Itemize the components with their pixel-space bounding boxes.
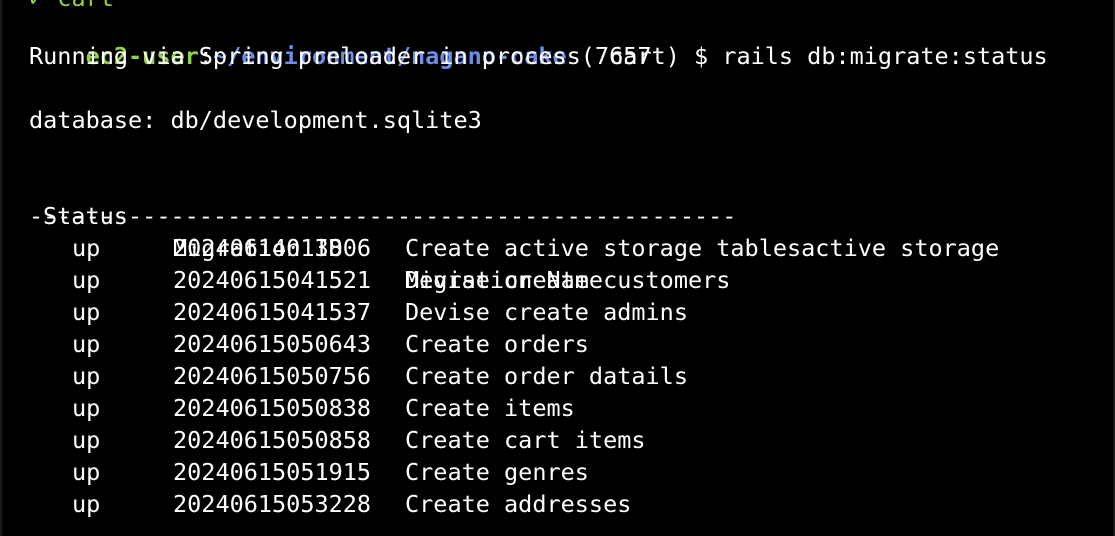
prompt-command: rails db:migrate:status [722, 42, 1048, 70]
table-row: up 20240615041521 Devise create customers [29, 264, 1109, 296]
row-migration-name: Create genres [405, 458, 589, 486]
prompt-line: ec2-user:~/environment/nagano-cake ( car… [29, 8, 1048, 70]
row-migration-id: 20240615050858 [173, 426, 372, 454]
row-migration-name: Create addresses [405, 490, 632, 518]
table-row: up 20240615041537 Devise create admins [29, 296, 1109, 328]
row-migration-id: 20240615041537 [173, 298, 372, 326]
row-migration-id: 20240614013806 [173, 234, 372, 262]
row-status: up [72, 458, 101, 486]
table-row: up 20240615050858 Create cart items [29, 424, 1109, 456]
table-row: up 20240615050838 Create items [29, 392, 1109, 424]
row-migration-id: 20240615050643 [173, 330, 372, 358]
row-migration-id: 20240615051915 [173, 458, 372, 486]
table-row: up 20240615050756 Create order datails [29, 360, 1109, 392]
row-migration-name: Devise create admins [405, 298, 688, 326]
table-separator: ----------------------------------------… [29, 202, 737, 230]
row-migration-name: Devise create customers [405, 266, 731, 294]
row-migration-id: 20240615050756 [173, 362, 372, 390]
row-status: up [72, 298, 101, 326]
row-status: up [72, 362, 101, 390]
terminal-left-edge [0, 0, 2, 536]
row-migration-id: 20240615053228 [173, 490, 372, 518]
row-migration-id: 20240615041521 [173, 266, 372, 294]
row-migration-name: Create order datails [405, 362, 688, 390]
spring-preloader-line: Running via Spring preloader in process … [29, 42, 652, 70]
row-status: up [72, 490, 101, 518]
row-status: up [72, 266, 101, 294]
row-status: up [72, 426, 101, 454]
row-migration-id: 20240615050838 [173, 394, 372, 422]
table-row: up 20240615051915 Create genres [29, 456, 1109, 488]
table-row: up 20240615053228 Create addresses [29, 488, 1109, 520]
terminal-window[interactable]: ✓ cart ec2-user:~/environment/nagano-cak… [0, 0, 1115, 536]
table-header: Status Migration ID Migration Name [29, 168, 1029, 294]
table-row: up 20240614013806 Create active storage ta… [29, 232, 1109, 264]
row-migration-name: Create cart items [405, 426, 646, 454]
row-migration-name: Create active storage tablesactive stora… [405, 234, 1000, 262]
row-migration-name: Create items [405, 394, 575, 422]
database-line: database: db/development.sqlite3 [29, 106, 482, 134]
row-migration-name: Create orders [405, 330, 589, 358]
row-status: up [72, 394, 101, 422]
table-row: up 20240615050643 Create orders [29, 328, 1109, 360]
row-status: up [72, 234, 101, 262]
row-status: up [72, 330, 101, 358]
